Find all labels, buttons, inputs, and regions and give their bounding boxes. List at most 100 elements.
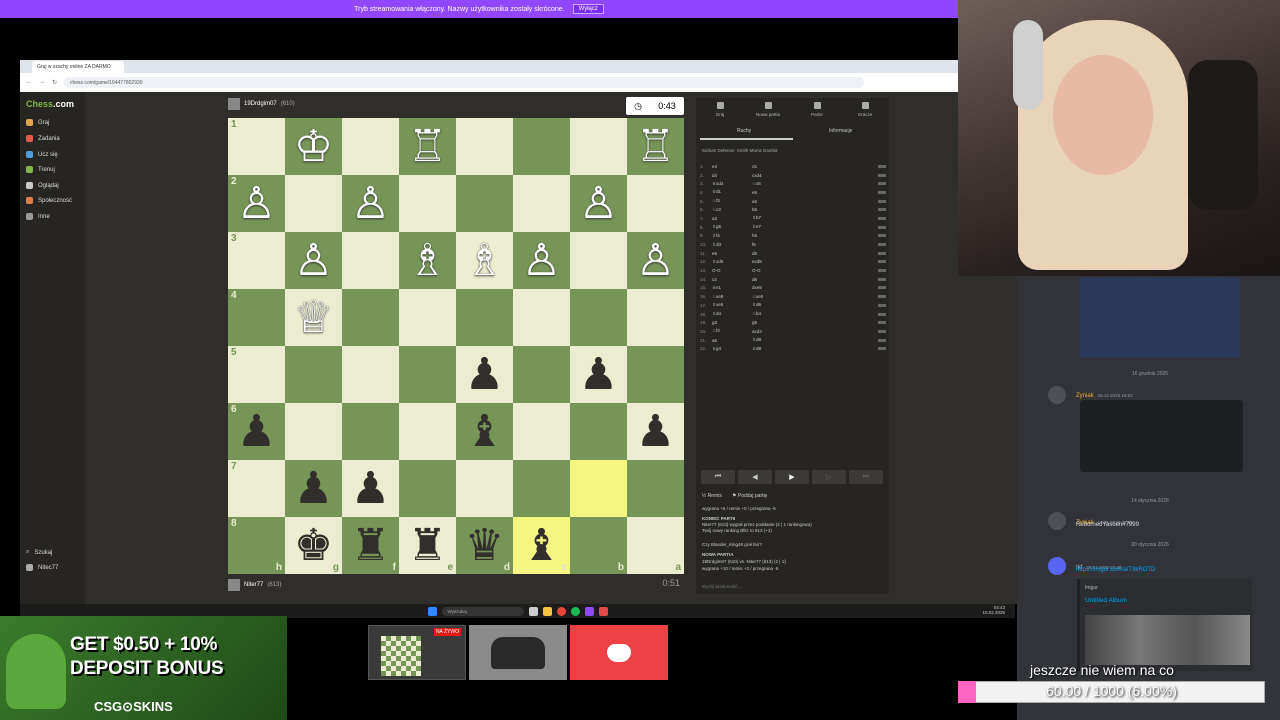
subtab-moves[interactable]: Ruchy [737,128,751,134]
board-square[interactable]: ♟ [627,403,684,460]
white-piece[interactable]: ♔ [294,124,333,169]
move-cell[interactable]: a3 [712,216,752,221]
white-piece[interactable]: ♙ [522,238,561,283]
black-piece[interactable]: ♟ [579,352,618,397]
move-cell[interactable]: ♘f3 [712,198,752,204]
black-piece[interactable]: ♝ [465,409,504,454]
board-square[interactable] [570,460,627,517]
chess-board[interactable]: 1 ♔ ♖ ♖ ♙ 2 ♙ ♙ 3 ♙ ♗ ♗ ♙ ♙ 4 ♕ 5 ♟ ♟ ♟ 6 ♝ ♟ 7 ♟ ♟ 8 h ♚ g ♜ f ♜ e ♛ d ♝ c b a [228,118,684,574]
board-square[interactable]: ♖ [627,118,684,175]
move-cell[interactable]: a6 [752,199,792,204]
move-cell[interactable]: d4 [712,173,752,178]
move-cell[interactable]: e5 [712,251,752,256]
move-cell[interactable]: ♗e7 [752,224,792,230]
board-square[interactable]: ♖ [399,118,456,175]
resign-button[interactable]: ⚑ Poddaj partię [732,493,767,499]
move-cell[interactable]: g3 [712,320,752,325]
forward-button[interactable]: ▷ [812,470,846,484]
board-square[interactable]: ♝ [456,403,513,460]
user-avatar[interactable] [1048,557,1066,575]
user-avatar[interactable] [1048,386,1066,404]
black-piece[interactable]: ♟ [465,352,504,397]
sidebar-item-play[interactable]: Graj [26,119,49,126]
move-cell[interactable]: d5 [752,251,792,256]
embed-title[interactable]: Untitled Album [1085,597,1127,604]
sidebar-item-puzzles[interactable]: Zadania [26,135,60,142]
sidebar-item-more[interactable]: Inne [26,213,50,220]
black-piece[interactable]: ♜ [351,523,390,568]
white-piece[interactable]: ♕ [294,295,333,340]
board-square[interactable]: ♙ [513,232,570,289]
user-avatar[interactable] [1048,512,1066,530]
board-square[interactable] [285,175,342,232]
board-square[interactable]: b [570,517,627,574]
black-piece[interactable]: ♟ [636,409,675,454]
board-square[interactable] [570,118,627,175]
board-square[interactable]: a [627,517,684,574]
white-piece[interactable]: ♗ [465,238,504,283]
board-square[interactable] [456,118,513,175]
white-piece[interactable]: ♖ [408,124,447,169]
white-piece[interactable]: ♙ [294,238,333,283]
board-square[interactable] [627,460,684,517]
board-square[interactable]: ♟ [570,346,627,403]
sidebar-user[interactable]: Nitec77 [26,564,58,571]
board-square[interactable] [513,289,570,346]
board-square[interactable]: ♙ 2 [228,175,285,232]
board-square[interactable]: ♟ 6 [228,403,285,460]
forward-icon[interactable]: → [39,79,45,85]
move-cell[interactable]: ♘b4 [752,311,792,317]
board-square[interactable] [627,346,684,403]
board-square[interactable] [342,403,399,460]
board-square[interactable]: ♗ [456,232,513,289]
url-field[interactable]: chess.com/game/164477802930 [64,77,864,88]
move-cell[interactable]: O-O [752,268,792,273]
black-piece[interactable]: ♟ [294,466,333,511]
black-piece[interactable]: ♚ [294,523,333,568]
move-cell[interactable]: ♗d8 [752,337,792,343]
embed-image[interactable] [1085,615,1250,665]
move-cell[interactable]: ♗d6 [752,302,792,308]
move-cell[interactable]: cxd4 [752,173,792,178]
move-cell[interactable]: f6 [752,242,792,247]
move-cell[interactable]: ♗d3 [712,242,752,248]
board-square[interactable] [513,403,570,460]
board-square[interactable] [342,289,399,346]
move-cell[interactable]: e6 [752,190,792,195]
move-cell[interactable]: ♗xe5 [712,302,752,308]
black-piece[interactable]: ♝ [522,523,561,568]
board-square[interactable]: ♙ [570,175,627,232]
chat-input[interactable]: Wyślij wiadomość... [702,584,741,589]
board-square[interactable]: ♜ f [342,517,399,574]
back-icon[interactable]: ← [26,79,32,85]
move-cell[interactable]: c3 [712,277,752,282]
board-square[interactable] [513,460,570,517]
explorer-icon[interactable] [542,606,552,616]
task-view-icon[interactable] [528,606,538,616]
taskbar-search[interactable]: Wyszukaj [441,606,524,616]
sidebar-item-learn[interactable]: Ucz się [26,151,58,158]
board-square[interactable]: ♙ [285,232,342,289]
message-author[interactable]: Zyniak [1076,393,1094,399]
tab-play[interactable]: Graj [696,102,744,117]
move-cell[interactable]: a5 [712,338,752,343]
board-square[interactable] [570,403,627,460]
black-piece[interactable]: ♟ [351,466,390,511]
board-square[interactable]: 3 [228,232,285,289]
board-square[interactable] [399,175,456,232]
board-square[interactable]: ♔ [285,118,342,175]
move-cell[interactable]: g5 [752,320,792,325]
opening-name[interactable]: Sicilian Defense: Smith-Morra Gambit [702,148,777,153]
move-cell[interactable]: exd5 [752,259,792,264]
move-cell[interactable]: ♕d8 [752,346,792,352]
board-square[interactable] [513,175,570,232]
board-square[interactable]: 5 [228,346,285,403]
chrome-icon[interactable] [556,606,566,616]
last-move-button[interactable]: ⏭ [849,470,883,484]
browser-tab[interactable]: Graj w szachy online ZA DARMO [32,61,124,73]
board-square[interactable] [627,175,684,232]
sidebar-item-watch[interactable]: Oglądaj [26,182,59,189]
sidebar-search[interactable]: ⌕ Szukaj [26,549,52,556]
board-square[interactable] [399,403,456,460]
reload-icon[interactable]: ↻ [52,79,57,86]
